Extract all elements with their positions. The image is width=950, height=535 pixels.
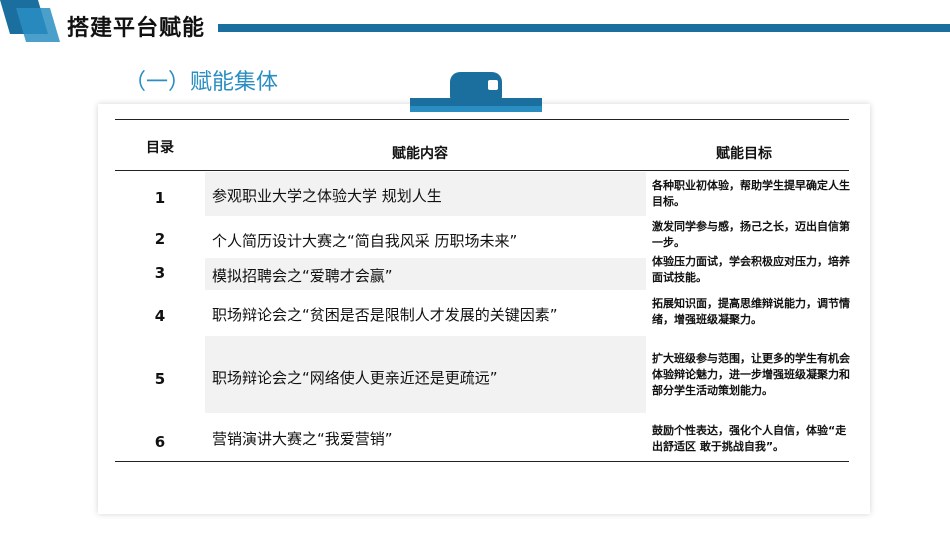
row-goal: 各种职业初体验，帮助学生提早确定人生目标。 xyxy=(652,179,850,208)
row-index: 6 xyxy=(154,433,166,451)
table-bottom-rule xyxy=(115,461,849,462)
corner-decoration xyxy=(0,0,60,42)
row-index: 5 xyxy=(154,370,166,388)
row-index: 3 xyxy=(154,264,166,282)
row-content: 模拟招聘会之“爱聘才会赢” xyxy=(212,267,393,285)
row-goal: 体验压力面试，学会积极应对压力，培养面试技能。 xyxy=(652,255,850,284)
header-goal: 赋能目标 xyxy=(716,146,772,162)
row-content: 职场辩论会之“贫困是否是限制人才发展的关键因素” xyxy=(212,306,558,324)
row-goal: 鼓励个性表达，强化个人自信，体验“走出舒适区 敢于挑战自我”。 xyxy=(652,424,847,453)
row-content: 营销演讲大赛之“我爱营销” xyxy=(212,430,393,448)
title-bar xyxy=(218,24,950,32)
row-goal: 拓展知识面，提高思维辩说能力，调节情绪，增强班级凝聚力。 xyxy=(652,297,850,326)
header-content: 赋能内容 xyxy=(392,146,448,162)
row-content: 参观职业大学之体验大学 规划人生 xyxy=(212,187,442,205)
page-title: 搭建平台赋能 xyxy=(67,16,206,41)
table-header-rule xyxy=(115,170,849,171)
row-goal: 扩大班级参与范围，让更多的学生有机会体验辩论魅力，进一步增强班级凝聚力和部分学生… xyxy=(652,352,850,397)
clip-icon xyxy=(410,72,542,112)
row-index: 2 xyxy=(154,230,166,248)
row-content: 个人简历设计大赛之“简自我风采 历职场未来” xyxy=(212,232,518,250)
row-content: 职场辩论会之“网络使人更亲近还是更疏远” xyxy=(212,369,498,387)
row-index: 1 xyxy=(154,189,166,207)
row-index: 4 xyxy=(154,307,166,325)
section-subtitle: （一）赋能集体 xyxy=(124,70,279,95)
row-goal: 激发同学参与感，扬己之长，迈出自信第一步。 xyxy=(652,220,850,249)
table-top-rule xyxy=(115,119,849,120)
header-index: 目录 xyxy=(146,140,174,156)
